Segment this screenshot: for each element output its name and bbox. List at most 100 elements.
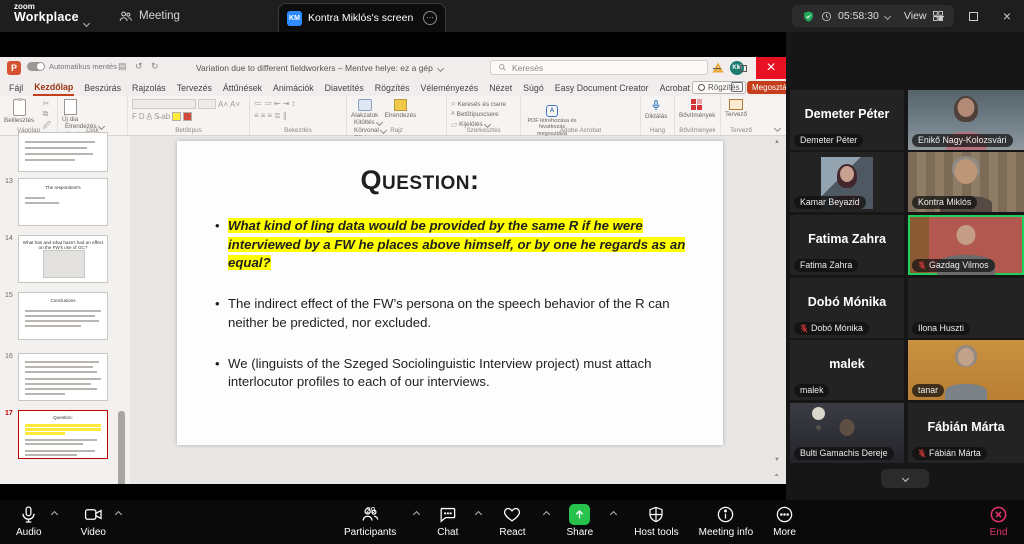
participant-tile-gazdag-vilmos-active-speaker[interactable]: Gazdag Vilmos [908,215,1024,275]
highlight-color-button[interactable] [172,112,181,121]
participant-tile-ilona-huszti[interactable]: Ilona Huszti [908,278,1024,338]
participant-tile-eniko-nagy-kolozsvari[interactable]: Enikő Nagy-Kolozsvári [908,90,1024,150]
copy-icon[interactable]: ⧉ [43,109,52,119]
indent-increase-icon[interactable]: ⇥ [283,99,290,108]
participant-tile-tanar[interactable]: tanar [908,340,1024,400]
align-right-icon[interactable]: ≡ [267,111,272,120]
react-button[interactable]: React [497,504,527,538]
share-screen-button[interactable]: Share [565,504,596,538]
comments-icon[interactable] [731,82,743,92]
minimize-button[interactable] [922,0,956,32]
dictate-button[interactable]: Diktálás [645,99,667,120]
font-name-select[interactable] [132,99,196,109]
thumbnail-slide-14[interactable]: What has and what hasn't had an effect o… [18,235,108,283]
underline-button[interactable]: A̲ [147,112,152,121]
tab-diavetites[interactable]: Diavetítés [324,81,365,95]
meeting-info-button[interactable]: Meeting info [697,504,755,538]
tab-rogzites[interactable]: Rögzítés [374,81,411,95]
video-options-chevron-icon[interactable] [115,511,122,518]
font-size-select[interactable] [198,99,216,109]
tab-easy-document-creator[interactable]: Easy Document Creator [554,81,650,95]
shrink-font-icon[interactable]: A˅ [230,100,240,109]
thumbnail-slide-17-current[interactable]: Question: [18,410,108,459]
tab-kontra-miklos-screen[interactable]: KM Kontra Miklós's screen ⋯ [278,3,446,32]
autosave-toggle[interactable]: Automatikus mentés [27,62,117,71]
thumbnail-slide-12[interactable] [18,132,108,172]
designer-button[interactable]: Tervező [725,99,747,118]
scroll-up-icon[interactable]: ▲ [774,139,780,145]
shape-fill-button[interactable]: Kitöltés [354,119,390,126]
slide-title[interactable]: Question: [177,165,663,196]
tab-kezdolap[interactable]: Kezdőlap [33,80,74,96]
shapes-button[interactable]: Alakzatok [351,99,378,119]
show-more-participants-button[interactable] [881,469,929,488]
grow-font-icon[interactable]: A˄ [218,100,228,109]
replace-fonts-button[interactable]: ᴬBetűtípuscsere [451,110,506,119]
tab-tervezes[interactable]: Tervezés [176,81,213,95]
ppt-close-button[interactable]: × [756,57,786,79]
strikethrough-button[interactable]: S̶ [154,112,159,121]
slide-scrollbar[interactable]: ▲ ▼ ⏶ ⏷ [773,139,783,484]
ppt-minimize-button[interactable] [704,57,730,79]
ppt-search-box[interactable]: Keresés [490,60,708,75]
participant-tile-fabian-marta[interactable]: Fábián Márta Fábián Márta [908,403,1024,463]
font-color-button[interactable] [183,112,192,121]
document-title[interactable]: Variation due to different fieldworkers … [196,63,443,73]
participant-tile-kontra-miklos[interactable]: Kontra Miklós [908,152,1024,212]
slide-body-text[interactable]: What kind of ling data would be provided… [215,217,701,414]
tab-meeting[interactable]: Meeting [118,0,180,32]
scroll-down-icon[interactable]: ▼ [774,457,780,463]
align-center-icon[interactable]: ≡ [261,111,266,120]
screen-tab-more-icon[interactable]: ⋯ [423,11,437,25]
tab-nezet[interactable]: Nézet [488,81,513,95]
tab-sugo[interactable]: Súgó [522,81,545,95]
new-slide-button[interactable]: Új dia [62,99,78,123]
ribbon-collapse-chevron-icon[interactable] [774,125,781,132]
numbered-list-icon[interactable]: ≕ [264,99,272,108]
arrange-button[interactable]: Elrendezés [385,99,417,119]
participant-tile-bulti-gamachis-dereje[interactable]: Bulti Gamachis Dereje [790,403,904,463]
quick-access-toolbar-icons[interactable]: ▤ ↺ ↻ [118,61,162,72]
thumbnail-scrollbar[interactable] [118,411,125,484]
host-tools-button[interactable]: Host tools [632,504,680,538]
previous-slide-icon[interactable]: ⏶ [774,473,779,480]
toggle-switch-icon[interactable] [27,62,45,71]
ppt-share-button[interactable]: Megosztás [747,81,786,94]
tab-rajzolas[interactable]: Rajzolás [131,81,167,95]
tab-fajl[interactable]: Fájl [8,81,24,95]
video-button[interactable]: Video [79,504,108,538]
italic-button[interactable]: D [139,112,145,121]
align-left-icon[interactable]: ≡ [254,111,259,120]
chat-button[interactable]: Chat [435,504,460,538]
columns-icon[interactable]: ∥ [283,111,287,120]
ppt-maximize-button[interactable] [730,57,756,79]
participant-tile-fatima-zahra[interactable]: Fatima Zahra Fatima Zahra [790,215,904,275]
close-button[interactable]: × [990,0,1024,32]
more-button[interactable]: More [771,504,798,538]
participants-button[interactable]: 29 Participants [342,504,398,538]
bold-button[interactable]: F [132,112,137,121]
react-options-chevron-icon[interactable] [542,511,549,518]
audio-button[interactable]: Audio [14,504,44,538]
bullet-list-icon[interactable]: ≔ [254,99,262,108]
find-replace-button[interactable]: ⌕Keresés és csere [451,99,506,109]
tab-velemenyezes[interactable]: Véleményezés [419,81,479,95]
timer-chevron-down-icon[interactable] [884,12,891,19]
participant-tile-malek[interactable]: malek malek [790,340,904,400]
chat-options-chevron-icon[interactable] [475,511,482,518]
audio-options-chevron-icon[interactable] [51,511,58,518]
tab-animaciok[interactable]: Animációk [272,81,315,95]
participant-tile-dobo-monika[interactable]: Dobó Mónika Dobó Mónika [790,278,904,338]
line-spacing-icon[interactable]: ↕ [291,99,295,108]
thumbnail-slide-15[interactable]: Conclusions [18,292,108,340]
tab-acrobat[interactable]: Acrobat [659,81,691,95]
cut-icon[interactable]: ✂ [43,99,52,108]
thumbnail-slide-13[interactable]: The respondent's [18,178,108,226]
indent-decrease-icon[interactable]: ⇤ [274,99,281,108]
thumbnail-slide-16[interactable] [18,353,108,401]
paste-button[interactable]: Beillesztés [4,99,34,124]
tab-beszuras[interactable]: Beszúrás [83,81,122,95]
participant-tile-demeter-peter[interactable]: Demeter Péter Demeter Péter [790,90,904,150]
maximize-button[interactable] [956,0,990,32]
char-spacing-icon[interactable]: ab [161,112,170,121]
